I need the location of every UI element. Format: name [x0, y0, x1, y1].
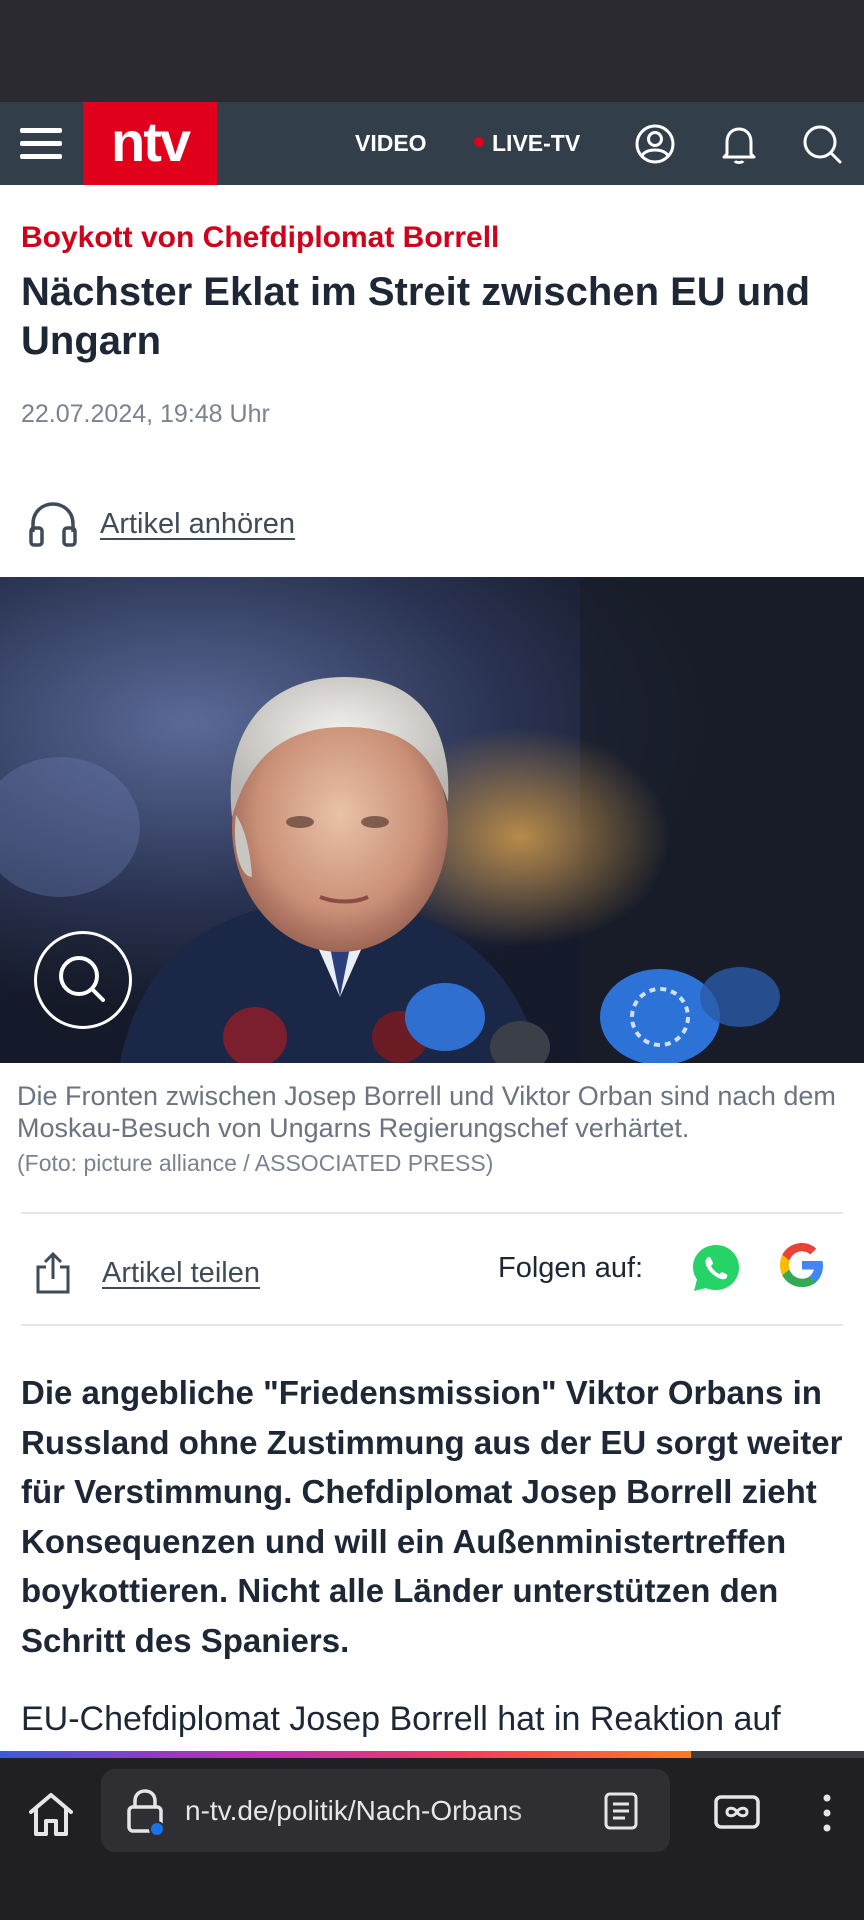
nav-video-link[interactable]: VIDEO [355, 102, 427, 185]
search-icon[interactable] [800, 122, 844, 166]
image-credit: (Foto: picture alliance / ASSOCIATED PRE… [17, 1150, 494, 1176]
nav-live-label: LIVE-TV [492, 130, 581, 156]
home-icon[interactable] [24, 1788, 78, 1842]
headphones-icon [29, 502, 77, 547]
article-lead: Die angebliche "Friedensmission" Viktor … [21, 1374, 843, 1659]
site-header: ntv VIDEO LIVE-TV [0, 102, 864, 185]
article-headline: Nächster Eklat im Streit zwischen EU und… [21, 270, 811, 363]
article-date: 22.07.2024, 19:48 Uhr [21, 400, 270, 428]
article-photo [0, 577, 864, 1063]
url-text: n-tv.de/politik/Nach-Orbans [185, 1795, 523, 1826]
divider [21, 1212, 843, 1214]
image-zoom-button[interactable] [34, 931, 132, 1029]
bell-icon[interactable] [717, 122, 761, 166]
menu-icon[interactable] [18, 124, 66, 164]
listen-article-label: Artikel anhören [100, 507, 296, 540]
whatsapp-icon[interactable] [690, 1242, 742, 1294]
live-dot-icon [474, 136, 484, 147]
browser-toolbar: n-tv.de/politik/Nach-Orbans [0, 1758, 864, 1920]
google-icon[interactable] [777, 1240, 827, 1290]
divider [21, 1324, 843, 1326]
more-icon[interactable] [815, 1790, 839, 1836]
page-load-progress [0, 1751, 864, 1758]
article-body: EU-Chefdiplomat Josep Borrell hat in Rea… [21, 1700, 781, 1738]
lock-icon[interactable] [123, 1787, 167, 1837]
profile-icon[interactable] [633, 122, 677, 166]
reader-mode-icon[interactable] [601, 1791, 641, 1831]
follow-label: Folgen auf: [498, 1252, 644, 1284]
article-kicker: Boykott von Chefdiplomat Borrell [21, 221, 500, 254]
zoom-icon [59, 956, 105, 1002]
ntv-logo[interactable]: ntv [83, 102, 217, 185]
nav-live-tv-link[interactable]: LIVE-TV [474, 102, 580, 185]
image-caption: Die Fronten zwischen Josep Borrell und V… [17, 1081, 836, 1143]
tabs-icon[interactable] [712, 1790, 762, 1834]
page-load-progress-fill [0, 1751, 692, 1758]
share-icon [36, 1251, 70, 1294]
share-article-button[interactable]: Artikel teilen [34, 1245, 260, 1301]
address-bar[interactable]: n-tv.de/politik/Nach-Orbans [101, 1769, 670, 1852]
share-article-label: Artikel teilen [102, 1256, 260, 1289]
listen-article-button[interactable]: Artikel anhören [28, 498, 295, 550]
status-bar [0, 0, 864, 102]
